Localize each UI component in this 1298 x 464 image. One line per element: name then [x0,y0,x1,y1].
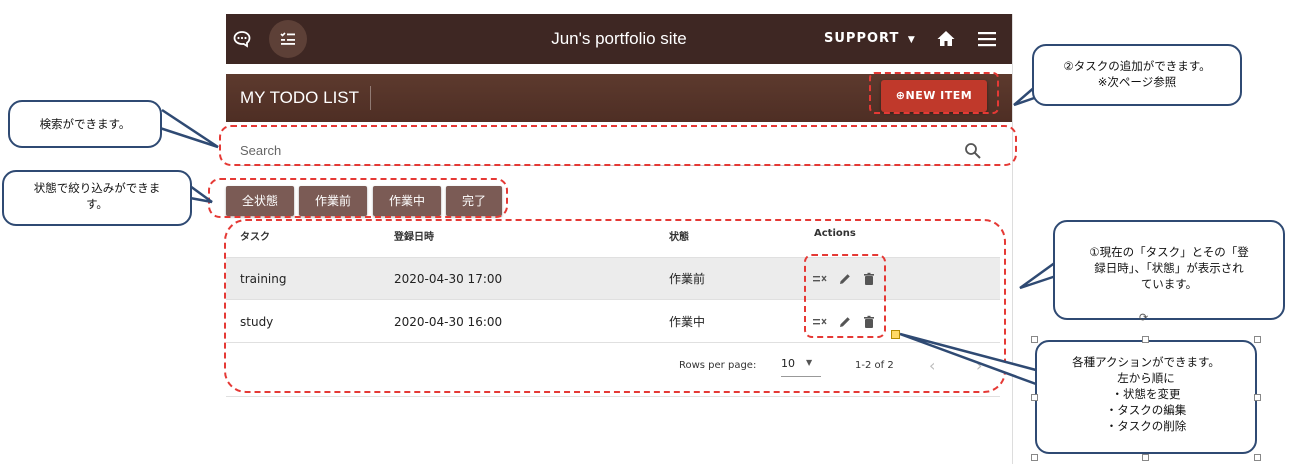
callout-actions-line5: ・タスクの削除 [1105,419,1187,433]
callout-new-item-line1: ②タスクの追加ができます。 [1063,59,1211,73]
callout-search-text: 検索ができます。 [39,117,131,131]
callout-filter: 状態で絞り込みができま す。 [2,170,192,226]
selection-handle[interactable] [1031,394,1038,401]
callout-actions: 各種アクションができます。 左から順に ・状態を変更 ・タスクの編集 ・タスクの… [1035,340,1257,454]
callout-table: ①現在の「タスク」とその「登 録日時」、「状態」が表示され ています。 [1053,220,1285,320]
selection-handle[interactable] [1031,454,1038,461]
selection-handle[interactable] [1254,454,1261,461]
selection-handle[interactable] [1254,394,1261,401]
callout-table-line1: ①現在の「タスク」とその「登 [1089,245,1249,259]
callout-actions-line3: ・状態を変更 [1111,387,1181,401]
selection-handle[interactable] [1142,454,1149,461]
selection-handle[interactable] [1254,336,1261,343]
callout-search: 検索ができます。 [8,100,162,148]
callout-actions-line2: 左から順に [1117,371,1175,385]
selection-handle[interactable] [1142,336,1149,343]
callout-actions-line1: 各種アクションができます。 [1072,355,1220,369]
connector-adjust-handle[interactable] [891,330,900,339]
callout-table-line3: ています。 [1140,277,1198,291]
callout-new-item-line2: ※次ページ参照 [1097,75,1177,89]
selection-handle[interactable] [1031,336,1038,343]
callout-actions-line4: ・タスクの編集 [1105,403,1187,417]
callout-table-line2: 録日時」、「状態」が表示され [1094,261,1244,275]
rotate-handle-icon[interactable]: ⟳ [1139,312,1151,324]
callout-filter-line2: す。 [86,197,108,211]
callout-filter-line1: 状態で絞り込みができま [33,181,161,195]
callout-new-item: ②タスクの追加ができます。 ※次ページ参照 [1032,44,1242,106]
